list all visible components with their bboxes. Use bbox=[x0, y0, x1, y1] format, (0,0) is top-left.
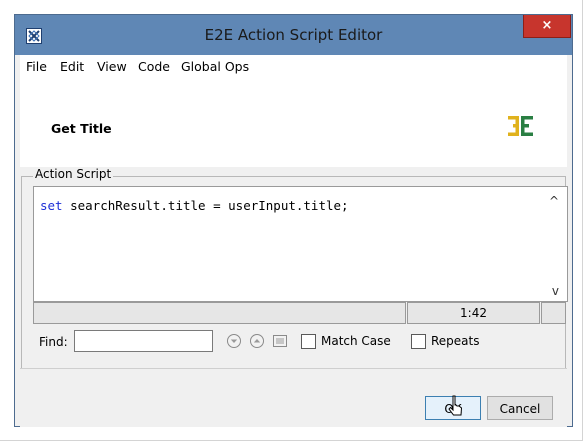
menu-edit[interactable]: Edit bbox=[60, 59, 84, 74]
e2e-logo-icon bbox=[508, 116, 533, 136]
find-previous-icon[interactable] bbox=[249, 333, 265, 349]
scroll-down-icon[interactable]: v bbox=[552, 284, 559, 298]
find-label: Find: bbox=[39, 335, 68, 349]
repeats-checkbox[interactable] bbox=[411, 334, 426, 349]
status-bar: 1:42 bbox=[33, 302, 566, 324]
status-message bbox=[33, 302, 406, 324]
cursor-position: 1:42 bbox=[407, 302, 540, 324]
window-title: E2E Action Script Editor bbox=[204, 26, 383, 44]
menu-view[interactable]: View bbox=[97, 59, 127, 74]
menu-code[interactable]: Code bbox=[138, 59, 170, 74]
app-icon bbox=[26, 28, 42, 44]
match-case-checkbox[interactable] bbox=[301, 334, 316, 349]
menu-global-ops[interactable]: Global Ops bbox=[181, 59, 249, 74]
title-bar[interactable]: E2E Action Script Editor × bbox=[15, 15, 572, 55]
scroll-up-icon[interactable]: ^ bbox=[549, 194, 559, 208]
mouse-cursor-icon bbox=[448, 395, 463, 416]
match-case-label: Match Case bbox=[321, 334, 391, 348]
menu-bar: File Edit View Code Global Ops bbox=[20, 55, 567, 77]
code-statement: searchResult.title = userInput.title; bbox=[62, 198, 349, 213]
find-all-icon[interactable] bbox=[272, 333, 288, 349]
script-editor[interactable]: set searchResult.title = userInput.title… bbox=[33, 186, 568, 302]
status-extra bbox=[541, 302, 566, 324]
repeats-label: Repeats bbox=[431, 334, 480, 348]
action-script-label: Action Script bbox=[33, 167, 114, 181]
menu-file[interactable]: File bbox=[26, 59, 47, 74]
dialog-window: E2E Action Script Editor × File Edit Vie… bbox=[14, 14, 573, 427]
find-input[interactable] bbox=[74, 330, 213, 352]
code-line: set searchResult.title = userInput.title… bbox=[40, 198, 349, 213]
find-bar: Find: Match Case Repeats bbox=[33, 327, 566, 357]
action-name: Get Title bbox=[51, 121, 112, 136]
cancel-button[interactable]: Cancel bbox=[487, 396, 553, 420]
close-icon: × bbox=[541, 18, 553, 33]
find-next-icon[interactable] bbox=[226, 333, 242, 349]
action-header: Get Title bbox=[20, 77, 567, 168]
code-keyword: set bbox=[40, 198, 63, 213]
button-panel: OK Cancel bbox=[20, 368, 567, 427]
action-script-group: Action Script set searchResult.title = u… bbox=[20, 167, 568, 377]
close-button[interactable]: × bbox=[523, 15, 571, 38]
